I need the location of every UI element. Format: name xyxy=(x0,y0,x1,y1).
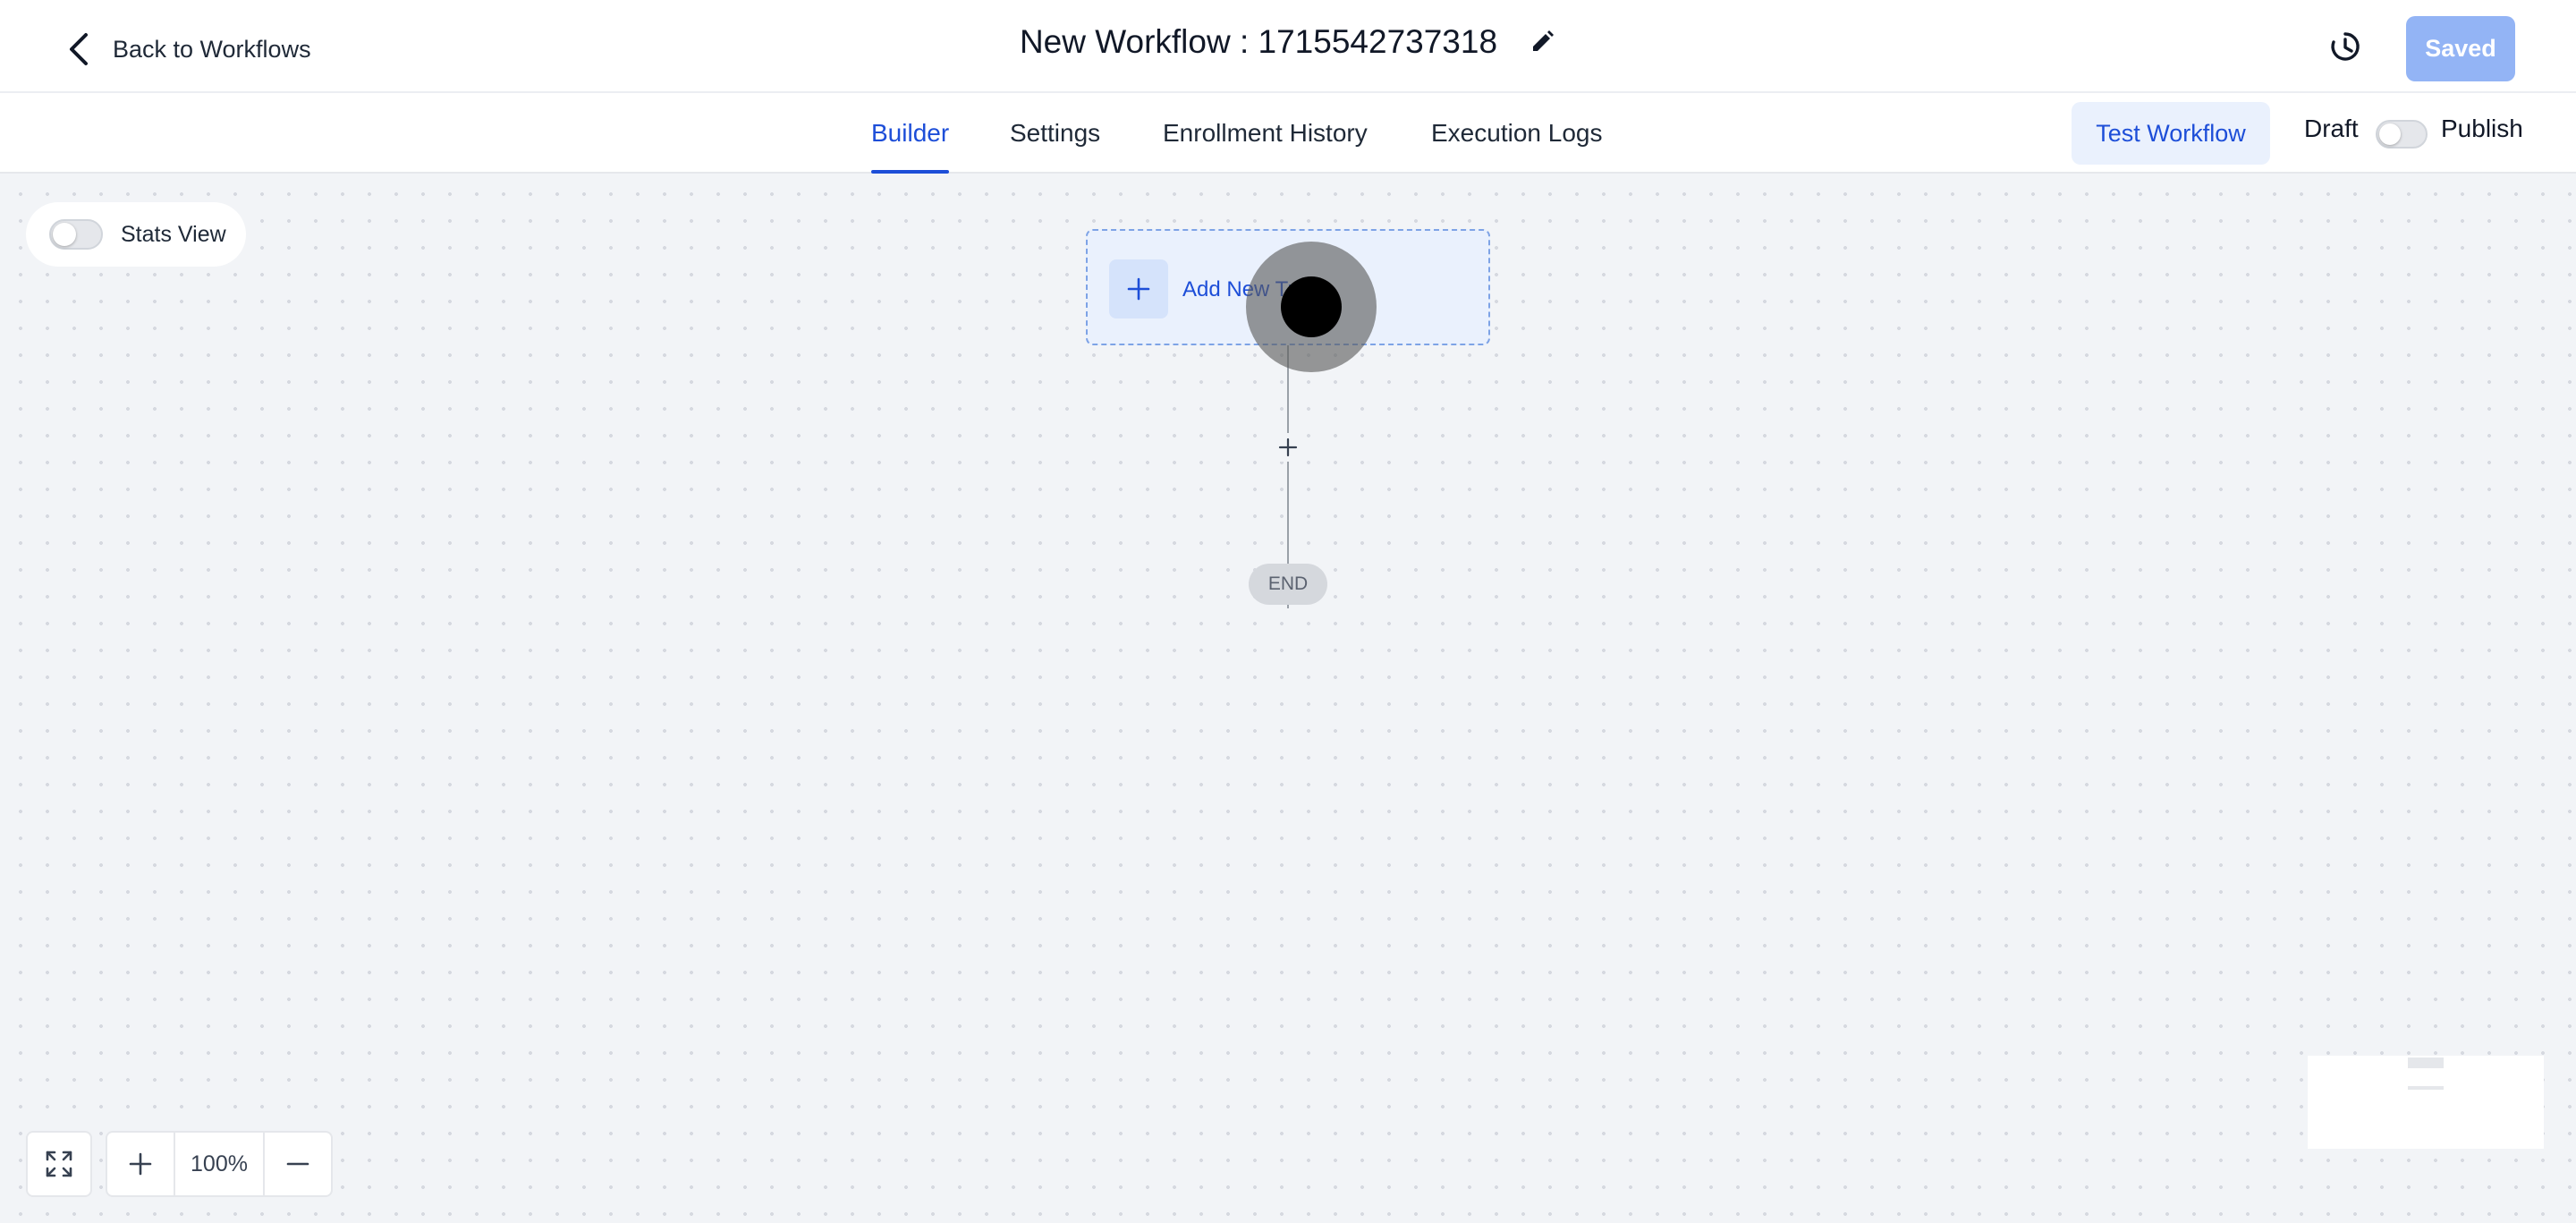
tab-builder[interactable]: Builder xyxy=(871,93,950,174)
zoom-level: 100% xyxy=(174,1133,265,1195)
zoom-controls: 100% xyxy=(106,1131,333,1197)
history-icon[interactable] xyxy=(2327,29,2363,64)
stats-view-control: Stats View xyxy=(26,202,246,267)
toggle-knob xyxy=(2379,123,2401,145)
plus-icon xyxy=(1127,277,1150,301)
tab-enrollment-history[interactable]: Enrollment History xyxy=(1163,93,1368,174)
add-step-button[interactable] xyxy=(1274,433,1302,462)
minimap-node xyxy=(2408,1086,2444,1090)
draft-label: Draft xyxy=(2304,115,2359,142)
workflow-title-row: New Workflow : 1715542737318 xyxy=(0,23,2576,61)
zoom-in-button[interactable] xyxy=(107,1133,174,1195)
tab-settings[interactable]: Settings xyxy=(1010,93,1100,174)
back-to-workflows-link[interactable]: Back to Workflows xyxy=(64,27,311,72)
minimap-node xyxy=(2408,1057,2444,1068)
saved-button[interactable]: Saved xyxy=(2406,16,2515,81)
plus-icon xyxy=(129,1152,152,1176)
zoom-out-button[interactable] xyxy=(265,1133,331,1195)
tab-execution-logs[interactable]: Execution Logs xyxy=(1431,93,1602,174)
toggle-knob xyxy=(53,223,76,246)
workflow-canvas[interactable]: Stats View Add New Tr END 100% xyxy=(0,174,2576,1223)
publish-toggle[interactable] xyxy=(2376,120,2428,149)
minimap[interactable] xyxy=(2308,1056,2544,1149)
top-header: Back to Workflows New Workflow : 1715542… xyxy=(0,0,2576,93)
stats-view-label: Stats View xyxy=(121,221,226,247)
workflow-title: New Workflow : 1715542737318 xyxy=(1019,23,1498,60)
expand-icon xyxy=(46,1151,72,1177)
chevron-left-icon xyxy=(70,33,88,65)
minus-icon xyxy=(286,1162,309,1166)
end-node: END xyxy=(1249,564,1327,605)
tab-bar: Builder Settings Enrollment History Exec… xyxy=(0,93,2576,174)
publish-label: Publish xyxy=(2441,115,2523,142)
stats-view-toggle[interactable] xyxy=(49,219,103,250)
add-trigger-plus-button[interactable] xyxy=(1109,259,1168,318)
fit-view-button[interactable] xyxy=(26,1131,92,1197)
test-workflow-button[interactable]: Test Workflow xyxy=(2072,102,2270,165)
pencil-icon[interactable] xyxy=(1528,28,1556,56)
add-new-trigger-box[interactable]: Add New Tr xyxy=(1086,229,1490,345)
add-new-trigger-label: Add New Tr xyxy=(1182,277,1295,302)
plus-icon xyxy=(1278,437,1298,457)
back-to-workflows-label: Back to Workflows xyxy=(113,35,311,63)
